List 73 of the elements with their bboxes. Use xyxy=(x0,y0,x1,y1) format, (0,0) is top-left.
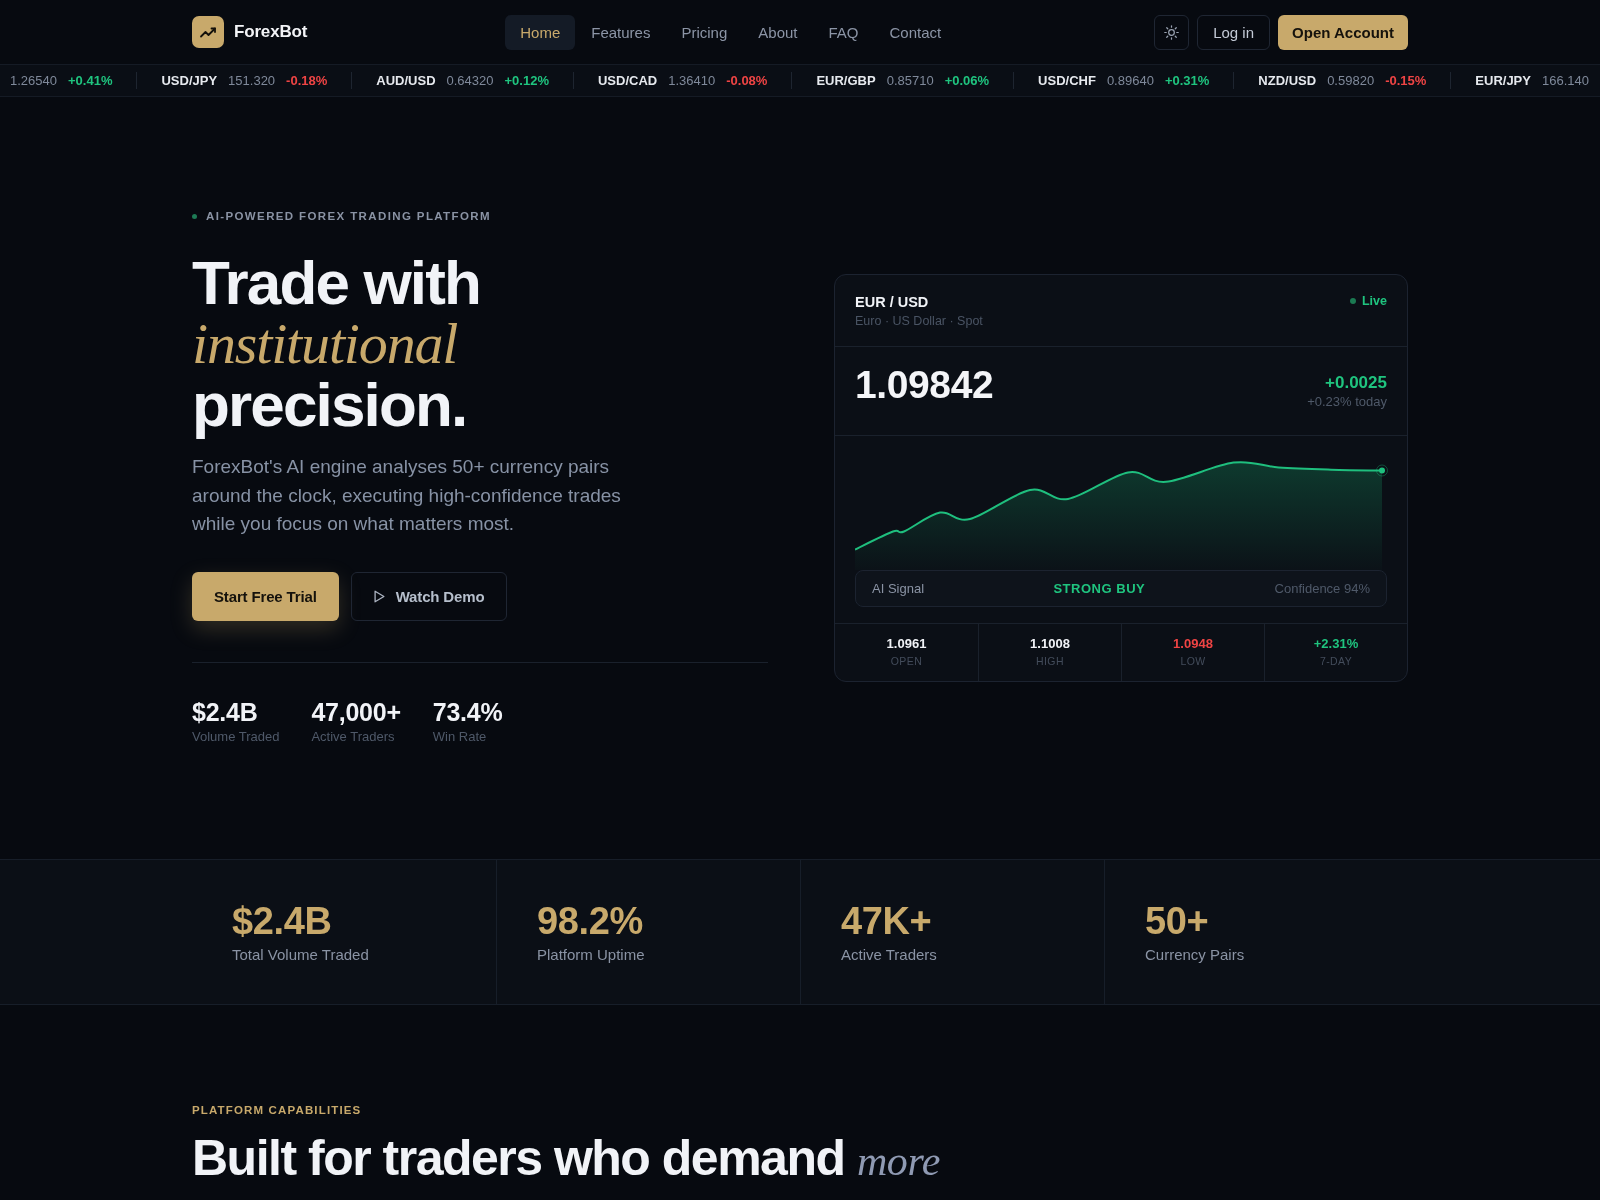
ticker-pair: USD/CHF xyxy=(1038,73,1096,88)
theme-toggle-button[interactable] xyxy=(1154,14,1190,50)
metric-label: Active Traders xyxy=(841,944,938,965)
ticker-price: 0.85710 xyxy=(886,73,934,88)
nav-link[interactable]: Pricing xyxy=(666,14,743,50)
sun-icon xyxy=(1164,24,1180,40)
hero-description: ForexBot's AI engine analyses 50+ currency pairs around the clock, executing high-confidence trades while you focus on what matters most. xyxy=(192,455,622,536)
section-eyebrow: PLATFORM CAPABILITIES xyxy=(192,1103,362,1116)
ticker-price: 0.89640 xyxy=(1106,73,1154,88)
signal-label: AI Signal xyxy=(872,580,925,596)
metric-label: Platform Uptime xyxy=(537,944,646,965)
stat-label: Active Traders xyxy=(311,727,396,746)
eyebrow-text: AI-POWERED FOREX TRADING PLATFORM xyxy=(206,210,491,222)
metric-value: 47K+ xyxy=(841,898,933,943)
ticker-price: 1.36410 xyxy=(668,73,716,88)
nav-link[interactable]: Home xyxy=(505,14,576,50)
live-status: Live xyxy=(1362,293,1387,308)
stat-value: +2.31% xyxy=(1313,634,1359,653)
price-change: +0.0025 xyxy=(1325,372,1387,393)
ticker-price: 166.140 xyxy=(1541,73,1589,88)
nav-link[interactable]: FAQ xyxy=(813,14,874,50)
stat-value: 47,000+ xyxy=(311,696,401,727)
ticker-change: +0.31% xyxy=(1164,73,1210,88)
metric-value: $2.4B xyxy=(232,898,333,943)
stat-value: 73.4% xyxy=(432,696,503,727)
status-dot-icon xyxy=(1350,297,1356,304)
stat-value: 1.1008 xyxy=(1030,634,1070,653)
ticker-change: -0.18% xyxy=(286,73,328,88)
ticker-pair: EUR/JPY xyxy=(1475,73,1531,88)
pair-subtitle: Euro · US Dollar · Spot xyxy=(855,312,983,330)
section-title: Built for traders who demand more xyxy=(192,1128,940,1188)
stat-value: 1.0961 xyxy=(886,634,927,653)
ticker-price: 1.26540 xyxy=(10,73,57,88)
ticker-change: +0.12% xyxy=(504,73,549,88)
login-button[interactable]: Log in xyxy=(1197,14,1271,50)
ticker-price: 0.59820 xyxy=(1327,73,1375,88)
ticker-pair: NZD/USD xyxy=(1258,73,1317,88)
ticker-change: +0.06% xyxy=(944,73,990,88)
ticker-pair: USD/CAD xyxy=(598,73,658,88)
confidence-text: Confidence 94% xyxy=(1274,580,1370,596)
play-icon xyxy=(373,589,385,603)
watch-demo-button[interactable]: Watch Demo xyxy=(350,571,508,621)
signal-value: STRONG BUY xyxy=(1053,580,1146,596)
stat-value: 1.0948 xyxy=(1173,634,1213,653)
stat-label: Win Rate xyxy=(432,727,488,746)
nav-link[interactable]: Features xyxy=(576,14,666,50)
stat-value: $2.4B xyxy=(192,696,259,727)
stat-label: Volume Traded xyxy=(192,727,280,746)
open-account-button[interactable]: Open Account xyxy=(1278,14,1408,50)
metric-value: 50+ xyxy=(1145,898,1210,943)
ticker-change: -0.08% xyxy=(726,73,768,88)
pair-title: EUR / USD xyxy=(855,292,930,312)
stat-label: HIGH xyxy=(1036,653,1064,669)
ticker-change: -0.15% xyxy=(1385,73,1427,88)
brand-name[interactable]: ForexBot xyxy=(234,22,308,42)
ticker-price: 0.64320 xyxy=(446,73,494,88)
stat-label: OPEN xyxy=(890,653,923,669)
stat-label: 7-DAY xyxy=(1319,653,1353,669)
ticker-change: +0.41% xyxy=(68,73,113,88)
nav-link[interactable]: Contact xyxy=(874,14,957,50)
ticker-pair: USD/JPY xyxy=(161,73,218,88)
status-dot-icon xyxy=(192,213,197,219)
ticker-pair: EUR/GBP xyxy=(816,73,876,88)
ticker-price: 151.320 xyxy=(228,73,276,88)
metric-value: 98.2% xyxy=(537,898,644,943)
price-change-percent: +0.23% today xyxy=(1307,392,1387,410)
start-trial-button[interactable]: Start Free Trial xyxy=(192,571,339,621)
metric-label: Total Volume Traded xyxy=(232,944,370,965)
current-price: 1.09842 xyxy=(855,362,994,407)
nav-link[interactable]: About xyxy=(743,14,813,50)
stat-label: LOW xyxy=(1180,653,1206,669)
metric-label: Currency Pairs xyxy=(1145,944,1246,965)
ticker-pair: AUD/USD xyxy=(376,73,436,88)
